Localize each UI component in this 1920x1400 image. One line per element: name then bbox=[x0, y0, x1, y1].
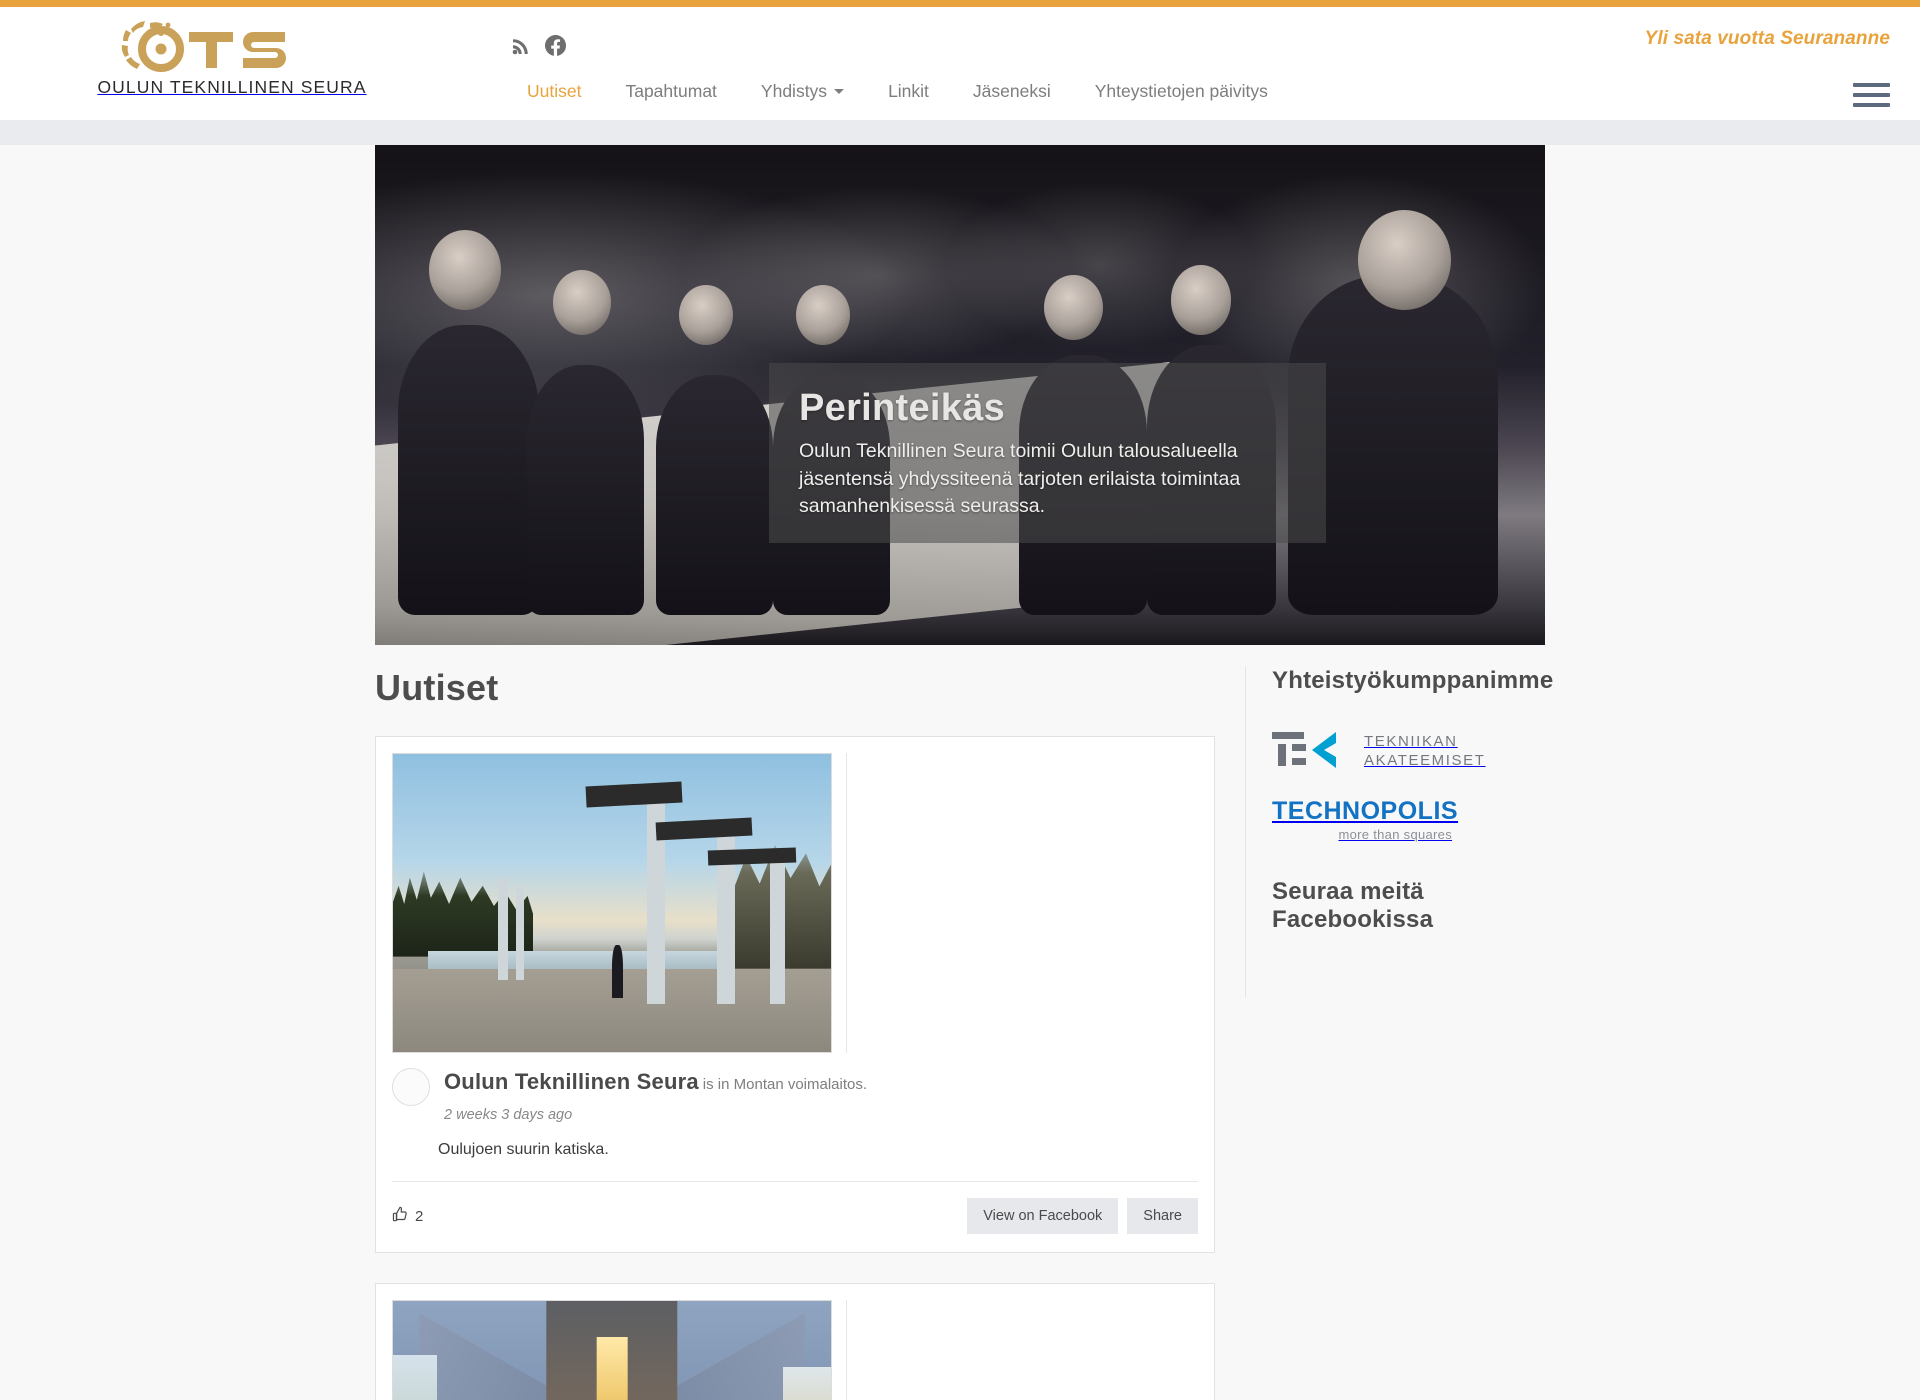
post-buttons: View on Facebook Share bbox=[967, 1198, 1198, 1234]
gantry-beam bbox=[655, 817, 753, 840]
post-header-text: Oulun Teknillinen Seura is in Montan voim… bbox=[444, 1067, 867, 1123]
dam-photo bbox=[393, 754, 831, 1052]
post-image[interactable] bbox=[392, 1300, 832, 1400]
hero-figure-head bbox=[1170, 265, 1232, 335]
hamburger-menu-icon[interactable] bbox=[1853, 83, 1890, 107]
sidebar: Yhteistyökumppanimme TEKNIIKAN AKATEEMIS… bbox=[1245, 667, 1554, 997]
site-header: OULUN TEKNILLINEN SEURA Uutiset Tapahtum… bbox=[0, 7, 1920, 120]
ots-logo-mark bbox=[117, 19, 347, 75]
rss-icon[interactable] bbox=[511, 36, 531, 61]
avatar[interactable] bbox=[392, 1068, 430, 1106]
nav-label: Yhteystietojen päivitys bbox=[1094, 81, 1268, 101]
tek-line-2: AKATEEMISET bbox=[1364, 752, 1486, 769]
nav-item-yhteystietojen-paivitys[interactable]: Yhteystietojen päivitys bbox=[1073, 81, 1290, 102]
hero-figure-head bbox=[679, 285, 733, 345]
burger-bar bbox=[1853, 103, 1890, 107]
window-left bbox=[393, 1354, 437, 1400]
like-count-group: 2 bbox=[392, 1206, 423, 1226]
post-actions: 2 View on Facebook Share bbox=[392, 1181, 1198, 1252]
top-accent-bar bbox=[0, 0, 1920, 7]
tek-logo-text: TEKNIIKAN AKATEEMISET bbox=[1364, 732, 1486, 770]
main-column: Uutiset Oulun Teknillinen Seura is in Mo… bbox=[375, 667, 1245, 1400]
nav-item-uutiset[interactable]: Uutiset bbox=[505, 81, 603, 102]
post-author-line: Oulun Teknillinen Seura is in Montan voim… bbox=[444, 1069, 867, 1095]
post-media-spacer bbox=[846, 1300, 1198, 1400]
logo-subtitle: OULUN TEKNILLINEN SEURA bbox=[97, 77, 367, 97]
sidebar-facebook-title: Seuraa meitä Facebookissa bbox=[1272, 878, 1434, 933]
hero-description: Oulun Teknillinen Seura toimii Oulun tal… bbox=[799, 439, 1241, 518]
like-count: 2 bbox=[415, 1207, 424, 1225]
main-navigation: Uutiset Tapahtumat Yhdistys Linkit Jäsen… bbox=[505, 81, 1290, 102]
window-right bbox=[782, 1366, 831, 1400]
hero-figure bbox=[398, 325, 539, 615]
nav-label: Linkit bbox=[888, 81, 929, 101]
bus-photo bbox=[393, 1301, 831, 1400]
nav-item-yhdistys[interactable]: Yhdistys bbox=[739, 81, 866, 102]
hero-figure bbox=[655, 375, 773, 615]
post-header: Oulun Teknillinen Seura is in Montan voim… bbox=[376, 1053, 1214, 1123]
ceiling-lamp bbox=[596, 1336, 628, 1400]
thumbs-up-icon bbox=[392, 1206, 408, 1226]
site-logo[interactable]: OULUN TEKNILLINEN SEURA bbox=[92, 19, 372, 98]
hero-figure-head bbox=[796, 285, 850, 345]
hero-banner[interactable]: Perinteikäs Oulun Teknillinen Seura toim… bbox=[375, 145, 1545, 645]
hero-figure-head bbox=[428, 230, 502, 310]
chevron-down-icon bbox=[834, 89, 845, 94]
facebook-post-card: Oulun Teknillinen Seura is in Montan voim… bbox=[375, 736, 1215, 1253]
post-image[interactable] bbox=[392, 753, 832, 1053]
hero-caption-overlay: Perinteikäs Oulun Teknillinen Seura toim… bbox=[769, 363, 1326, 543]
nav-label: Jäseneksi bbox=[972, 81, 1051, 101]
post-author[interactable]: Oulun Teknillinen Seura bbox=[444, 1069, 699, 1094]
tek-line-1: TEKNIIKAN bbox=[1364, 732, 1458, 750]
header-divider-band bbox=[0, 120, 1920, 145]
post-media bbox=[376, 1284, 1214, 1400]
share-button[interactable]: Share bbox=[1127, 1198, 1198, 1234]
hero-figure bbox=[527, 365, 645, 615]
content-grid: Uutiset Oulun Teknillinen Seura is in Mo… bbox=[375, 645, 1554, 1400]
nav-item-tapahtumat[interactable]: Tapahtumat bbox=[603, 81, 738, 102]
page-body: Perinteikäs Oulun Teknillinen Seura toim… bbox=[0, 145, 1920, 1400]
post-media bbox=[376, 737, 1214, 1053]
burger-bar bbox=[1853, 93, 1890, 97]
tree-line-left bbox=[393, 871, 534, 957]
post-place: is in Montan voimalaitos. bbox=[702, 1076, 868, 1093]
sidebar-partners-title: Yhteistyökumppanimme bbox=[1272, 667, 1554, 694]
site-tagline: Yli sata vuotta Seurananne bbox=[1644, 28, 1890, 49]
facebook-post-card bbox=[375, 1283, 1215, 1400]
view-on-facebook-button[interactable]: View on Facebook bbox=[967, 1198, 1119, 1234]
technopolis-tagline: more than squares bbox=[1338, 827, 1452, 842]
post-media-spacer bbox=[846, 753, 1198, 1053]
gantry-beam bbox=[585, 781, 683, 808]
gantry-column bbox=[498, 879, 508, 981]
nav-label: Yhdistys bbox=[760, 81, 828, 101]
person-silhouette bbox=[612, 944, 623, 999]
facebook-icon[interactable] bbox=[545, 35, 567, 61]
partner-logo-technopolis[interactable]: TECHNOPOLIS more than squares bbox=[1272, 797, 1545, 842]
partner-logo-tek[interactable]: TEKNIIKAN AKATEEMISET bbox=[1272, 729, 1545, 773]
nav-item-linkit[interactable]: Linkit bbox=[866, 81, 951, 102]
tek-logo-icon bbox=[1272, 729, 1348, 773]
post-timestamp: 2 weeks 3 days ago bbox=[444, 1107, 573, 1123]
burger-bar bbox=[1853, 83, 1890, 87]
hero-title: Perinteikäs bbox=[799, 387, 1006, 429]
gantry-column bbox=[769, 855, 785, 1005]
hero-figure-head bbox=[1357, 210, 1452, 310]
nav-label: Tapahtumat bbox=[625, 81, 717, 101]
gantry-column bbox=[515, 885, 525, 981]
nav-label: Uutiset bbox=[527, 81, 582, 101]
post-body-text: Oulujoen suurin katiska. bbox=[438, 1141, 609, 1158]
social-links bbox=[511, 35, 567, 61]
page-title: Uutiset bbox=[375, 667, 499, 708]
hero-figure-head bbox=[1044, 275, 1103, 340]
nav-item-jaseneksi[interactable]: Jäseneksi bbox=[951, 81, 1073, 102]
technopolis-wordmark: TECHNOPOLIS bbox=[1272, 797, 1459, 825]
hero-figure-head bbox=[552, 270, 612, 335]
